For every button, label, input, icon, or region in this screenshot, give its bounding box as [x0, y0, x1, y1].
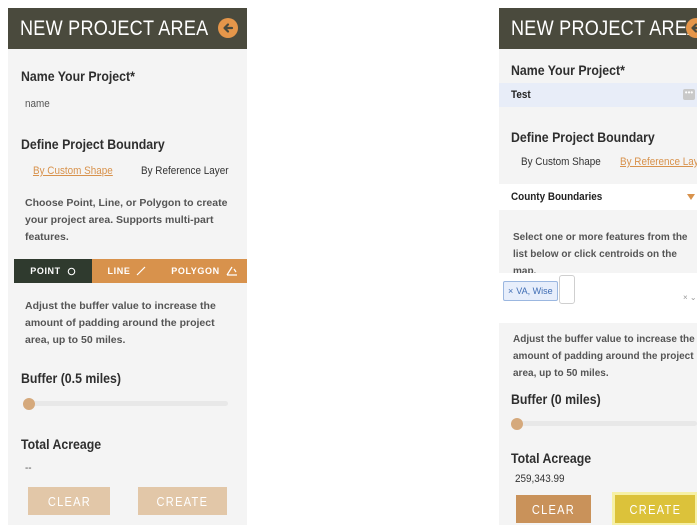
shape-instructions: Choose Point, Line, or Polygon to create…	[25, 197, 228, 243]
back-arrow-icon[interactable]	[218, 18, 238, 38]
clear-button[interactable]: CLEAR	[516, 495, 591, 523]
polygon-button[interactable]: POLYGON	[162, 259, 247, 283]
tab-custom-shape[interactable]: By Custom Shape	[521, 156, 601, 168]
tab-custom-shape[interactable]: By Custom Shape	[33, 165, 113, 177]
name-label: Name Your Project*	[511, 62, 625, 78]
layer-select[interactable]: County Boundaries	[499, 184, 697, 210]
tab-reference-layer[interactable]: By Reference Layer	[141, 165, 228, 177]
boundary-label: Define Project Boundary	[21, 136, 165, 152]
buffer-help: Adjust the buffer value to increase the …	[513, 334, 695, 379]
panel-title: NEW PROJECT AREA	[20, 16, 209, 40]
remove-tag-icon[interactable]: ×	[508, 286, 513, 296]
layer-select-value: County Boundaries	[511, 191, 603, 203]
project-panel-custom-shape: NEW PROJECT AREA Name Your Project* name…	[8, 8, 247, 525]
point-label: POINT	[30, 266, 61, 276]
project-name-input[interactable]: Test •••	[499, 83, 697, 107]
polygon-label: POLYGON	[171, 266, 220, 276]
clear-selection-icon[interactable]: × ⌄	[683, 293, 697, 302]
line-icon	[137, 266, 146, 276]
tab-reference-layer[interactable]: By Reference Layer	[620, 156, 697, 168]
create-button[interactable]: CREATE	[615, 495, 695, 523]
project-panel-reference-layer: NEW PROJECT AREA Name Your Project* Test…	[499, 8, 697, 525]
name-label: Name Your Project*	[21, 68, 135, 84]
selected-feature-tag[interactable]: × VA, Wise	[503, 281, 558, 301]
buffer-label: Buffer (0.5 miles)	[21, 370, 121, 386]
circle-icon	[67, 267, 76, 275]
buffer-slider-track[interactable]	[23, 401, 228, 406]
geometry-toggle: POINT LINE POLYGON	[14, 259, 247, 283]
selected-features-box[interactable]: × VA, Wise × ⌄	[499, 273, 697, 323]
acreage-value: --	[25, 462, 32, 474]
boundary-label: Define Project Boundary	[511, 129, 655, 145]
buffer-slider-thumb[interactable]	[23, 398, 36, 410]
panel-header: NEW PROJECT AREA	[499, 8, 697, 49]
acreage-label: Total Acreage	[21, 436, 102, 452]
point-button[interactable]: POINT	[14, 259, 92, 283]
more-icon[interactable]: •••	[683, 89, 695, 100]
buffer-help: Adjust the buffer value to increase the …	[25, 300, 216, 346]
line-button[interactable]: LINE	[92, 259, 162, 283]
tag-label: VA, Wise	[516, 286, 553, 296]
panel-header: NEW PROJECT AREA	[8, 8, 247, 49]
buffer-slider-track[interactable]	[513, 421, 697, 426]
polygon-icon	[226, 266, 237, 276]
line-label: LINE	[107, 266, 131, 276]
feature-search-input[interactable]	[559, 275, 575, 304]
clear-button[interactable]: CLEAR	[28, 487, 110, 515]
buffer-slider-thumb[interactable]	[511, 418, 523, 430]
project-name-value: Test	[511, 89, 531, 101]
project-name-input[interactable]: name	[25, 98, 50, 110]
create-button[interactable]: CREATE	[138, 487, 227, 515]
chevron-down-icon	[687, 194, 695, 200]
acreage-label: Total Acreage	[511, 450, 592, 466]
buffer-label: Buffer (0 miles)	[511, 391, 601, 407]
panel-title: NEW PROJECT AREA	[511, 16, 697, 40]
acreage-value: 259,343.99	[515, 473, 565, 485]
